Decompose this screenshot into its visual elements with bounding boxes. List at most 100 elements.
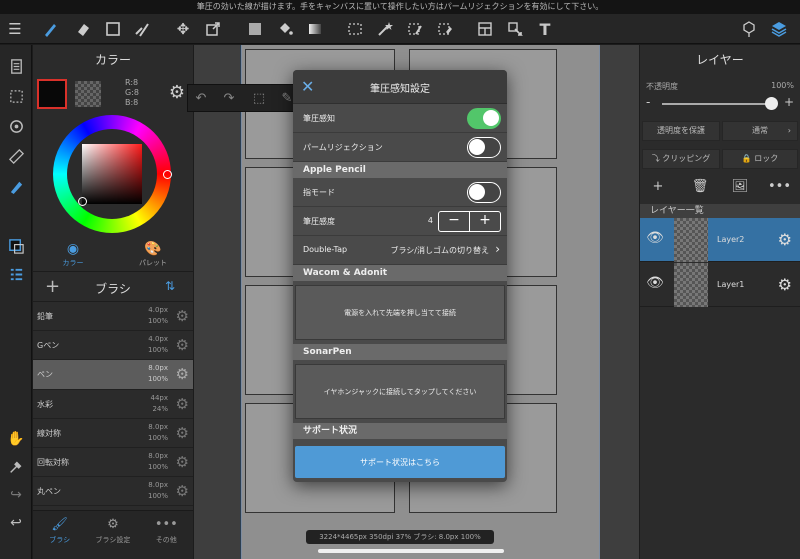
protect-alpha-button[interactable]: 透明度を保護: [642, 121, 720, 141]
eyedropper-icon[interactable]: [5, 456, 27, 478]
move-tool-icon[interactable]: ✥: [172, 18, 194, 40]
select-eraser-icon[interactable]: [434, 18, 456, 40]
pen-mode-icon[interactable]: [5, 175, 27, 197]
brush-name: 鉛筆: [37, 312, 53, 321]
sonarpen-section: SonarPen: [293, 344, 507, 360]
brush-gear-icon[interactable]: ⚙: [176, 307, 189, 325]
brush-gear-icon[interactable]: ⚙: [176, 453, 189, 471]
eraser-tool-icon[interactable]: [72, 18, 94, 40]
gradient-tool-icon[interactable]: [304, 18, 326, 40]
lock-button[interactable]: 🔒 ロック: [722, 149, 798, 169]
brush-item[interactable]: 線対称 8.0px 100% ⚙: [33, 419, 193, 448]
frame-divider-icon[interactable]: [474, 18, 496, 40]
support-status-button[interactable]: サポート状況はこちら: [295, 446, 505, 478]
layer-row-layer1[interactable]: 👁 Layer1 ⚙: [640, 263, 800, 307]
blend-mode-button[interactable]: 通常 ›: [722, 121, 798, 141]
tab-palette[interactable]: 🎨 パレット: [113, 237, 193, 271]
eye-icon[interactable]: 👁: [646, 275, 664, 291]
more-icon: •••: [154, 517, 178, 532]
image-layer-icon[interactable]: 🖼: [730, 179, 750, 197]
toggle-knob: [469, 184, 485, 200]
opacity-minus-button[interactable]: -: [646, 95, 650, 109]
smudge-tool-icon[interactable]: [132, 18, 154, 40]
hand-tool-icon[interactable]: ✋: [5, 428, 27, 450]
brush-settings-icon: ⚙: [107, 517, 119, 532]
brush-gear-icon[interactable]: ⚙: [176, 336, 189, 354]
tab-other[interactable]: ••• その他: [140, 511, 193, 559]
opacity-slider-thumb[interactable]: [765, 97, 778, 110]
pressure-toggle[interactable]: [467, 108, 501, 129]
undo-icon[interactable]: ↩: [5, 512, 27, 534]
wacom-connect-box[interactable]: 電源を入れて先端を押し当てて接続: [295, 285, 505, 340]
eye-icon[interactable]: 👁: [646, 230, 664, 246]
brush-gear-icon[interactable]: ⚙: [176, 365, 189, 383]
text-tool-icon[interactable]: T: [534, 18, 556, 40]
selection-layer-icon[interactable]: [5, 85, 27, 107]
sonarpen-connect-box[interactable]: イヤホンジャックに接続してタップしてください: [295, 364, 505, 419]
undo-icon[interactable]: ↶: [192, 90, 210, 108]
layer-gear-icon[interactable]: ⚙: [778, 275, 792, 294]
brush-item[interactable]: 鉛筆 4.0px 100% ⚙: [33, 302, 193, 332]
hue-wheel[interactable]: [53, 115, 172, 233]
tab-brush[interactable]: 🖌 ブラシ: [33, 511, 86, 559]
fill-color-icon[interactable]: [244, 18, 266, 40]
selection-transform-icon[interactable]: ⬚: [250, 90, 268, 108]
layer-row-layer2[interactable]: 👁 Layer2 ⚙: [640, 218, 800, 262]
tab-other-label: その他: [155, 536, 177, 544]
layer-list-icon[interactable]: [5, 263, 27, 285]
brush-gear-icon[interactable]: ⚙: [176, 482, 189, 500]
brush-gear-icon[interactable]: ⚙: [176, 395, 189, 413]
more-options-icon[interactable]: •••: [768, 179, 791, 197]
stepper-plus-button[interactable]: +: [469, 212, 500, 231]
pages-icon[interactable]: [5, 55, 27, 77]
clipping-button[interactable]: ⤵ クリッピング: [642, 149, 720, 169]
brush-gear-icon[interactable]: ⚙: [176, 424, 189, 442]
add-layer-icon[interactable]: +: [648, 179, 668, 197]
sensitivity-value: 4: [427, 216, 433, 225]
opacity-plus-button[interactable]: +: [784, 95, 794, 109]
transform-tool-icon[interactable]: [202, 18, 224, 40]
shape-tool-icon[interactable]: [102, 18, 124, 40]
brush-tool-icon[interactable]: [40, 18, 62, 40]
main-color-swatch[interactable]: [37, 79, 67, 109]
redo-icon[interactable]: ↷: [220, 90, 238, 108]
brush-stats: 44px 24%: [151, 393, 169, 415]
stepper-minus-button[interactable]: −: [439, 212, 469, 231]
dialog-header: ✕ 筆圧感知設定: [293, 70, 507, 104]
redo-icon[interactable]: ↪: [5, 484, 27, 506]
layer-gear-icon[interactable]: ⚙: [778, 230, 792, 249]
menu-icon[interactable]: ☰: [4, 18, 26, 40]
magic-wand-icon[interactable]: [374, 18, 396, 40]
bucket-tool-icon[interactable]: [274, 18, 296, 40]
double-tap-label: Double-Tap: [303, 245, 348, 254]
color-swatch-icon[interactable]: [5, 235, 27, 257]
ruler-icon[interactable]: [5, 145, 27, 167]
brush-item[interactable]: 水彩 44px 24% ⚙: [33, 390, 193, 419]
snap-icon[interactable]: [5, 115, 27, 137]
brush-item[interactable]: 回転対称 8.0px 100% ⚙: [33, 448, 193, 478]
select-pen-icon[interactable]: [404, 18, 426, 40]
blue-value: B:8: [125, 98, 139, 107]
brush-item-selected[interactable]: ペン 8.0px 100% ⚙: [33, 360, 193, 390]
hue-knob[interactable]: [163, 170, 172, 179]
materials-icon[interactable]: [738, 18, 760, 40]
layer-actions: + 🗑 🖼 •••: [640, 177, 800, 199]
select-tool-icon[interactable]: [344, 18, 366, 40]
color-settings-gear-icon[interactable]: ⚙: [166, 82, 188, 104]
sv-knob[interactable]: [78, 197, 87, 206]
trash-icon[interactable]: 🗑: [690, 179, 710, 197]
operation-tool-icon[interactable]: [504, 18, 526, 40]
double-tap-row[interactable]: Double-Tap ブラシ/消しゴムの切り替え ›: [293, 236, 507, 265]
chevron-right-icon: ›: [495, 242, 500, 256]
brush-item[interactable]: 丸ペン 8.0px 100% ⚙: [33, 477, 193, 507]
finger-mode-toggle[interactable]: [467, 182, 501, 203]
layers-toggle-icon[interactable]: [768, 18, 790, 40]
sort-icon[interactable]: ⇅: [165, 279, 175, 293]
brush-item[interactable]: Gペン 4.0px 100% ⚙: [33, 331, 193, 361]
transparent-color-swatch[interactable]: [75, 81, 101, 107]
opacity-slider-track[interactable]: [662, 103, 774, 105]
saturation-value-square[interactable]: [82, 144, 142, 204]
tab-brush-settings[interactable]: ⚙ ブラシ設定: [86, 511, 139, 559]
palm-rejection-toggle[interactable]: [467, 137, 501, 158]
tab-color[interactable]: ◉ カラー: [33, 237, 113, 271]
